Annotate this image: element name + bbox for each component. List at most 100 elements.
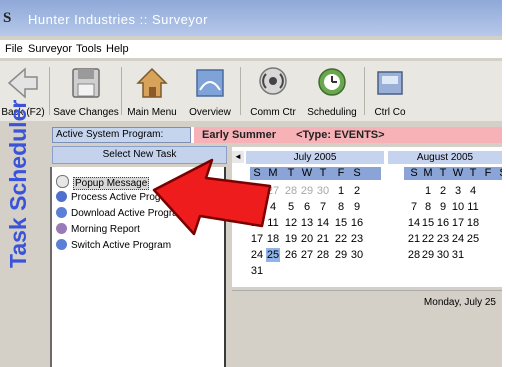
calendar-day[interactable]: 14 [407, 216, 421, 230]
toolbar-separator [240, 67, 241, 115]
calendar-day[interactable]: 29 [300, 184, 314, 198]
weekday-label: S [410, 167, 418, 179]
active-program-value: Early Summer <Type: EVENTS> [194, 127, 502, 143]
calendar-day[interactable]: 27 [300, 248, 314, 262]
weekday-label: S [253, 167, 261, 179]
menu-tools[interactable]: Tools [76, 43, 102, 55]
task-item-popup-message[interactable]: Popup Message [56, 175, 150, 190]
calendar-day[interactable]: 1 [334, 184, 348, 198]
select-task-header: Select New Task [52, 146, 227, 164]
menu-help[interactable]: Help [106, 43, 129, 55]
task-item-switch-active-program[interactable]: Switch Active Program [56, 239, 171, 253]
calendar-day[interactable]: 12 [284, 216, 298, 230]
calendar-day[interactable]: 19 [284, 232, 298, 246]
ctrl-co-button[interactable]: Ctrl Co [366, 63, 414, 119]
calendar-day[interactable]: 25 [466, 232, 480, 246]
house-icon [136, 67, 168, 98]
calendar-day[interactable]: 11 [266, 216, 280, 230]
calendar-day[interactable]: 26 [250, 184, 264, 198]
task-item-process-active-program[interactable]: Process Active Program [56, 191, 178, 205]
save-changes-label: Save Changes [53, 107, 119, 118]
calendar-day[interactable]: 23 [436, 232, 450, 246]
task-item-download-active-program[interactable]: Download Active Program [56, 207, 186, 221]
calendar-day[interactable]: 4 [266, 200, 280, 214]
calendar-day[interactable]: 28 [316, 248, 330, 262]
calendar-day[interactable]: 23 [350, 232, 364, 246]
calendar-day[interactable]: 9 [350, 200, 364, 214]
calendar-day[interactable]: 1 [421, 184, 435, 198]
calendar-day[interactable]: 26 [284, 248, 298, 262]
calendar-day[interactable]: 6 [300, 200, 314, 214]
download-icon [56, 207, 67, 218]
toolbar: Back (F2) Save Changes Main Menu Overvie… [0, 61, 502, 121]
weekday-label: F [484, 167, 492, 179]
floppy-disk-icon [72, 68, 100, 98]
calendar-day[interactable]: 16 [436, 216, 450, 230]
calendar-day[interactable]: 7 [407, 200, 421, 214]
calendar-day[interactable]: 14 [316, 216, 330, 230]
calendar-day[interactable]: 28 [407, 248, 421, 262]
menu-surveyor[interactable]: Surveyor [28, 43, 72, 55]
calendar-day[interactable]: 10 [451, 200, 465, 214]
comm-ctr-button[interactable]: Comm Ctr [245, 63, 301, 119]
process-icon [56, 191, 67, 202]
task-scheduler-label: Task Scheduler [5, 99, 31, 268]
calendar-day[interactable]: 30 [350, 248, 364, 262]
calendar-day[interactable]: 18 [466, 216, 480, 230]
menu-file[interactable]: File [5, 43, 23, 55]
calendar-day[interactable]: 11 [466, 200, 480, 214]
calendar-day[interactable]: 15 [421, 216, 435, 230]
calendar-day[interactable]: 15 [334, 216, 348, 230]
overview-button[interactable]: Overview [183, 63, 237, 119]
calendar-day[interactable]: 9 [436, 200, 450, 214]
controller-icon [377, 71, 403, 95]
calendar-day[interactable]: 13 [300, 216, 314, 230]
calendar-day[interactable]: 29 [421, 248, 435, 262]
calendar-day[interactable]: 18 [266, 232, 280, 246]
main-menu-button[interactable]: Main Menu [122, 63, 182, 119]
calendar-day[interactable]: 21 [316, 232, 330, 246]
calendar-day[interactable]: 16 [350, 216, 364, 230]
program-type: <Type: EVENTS> [296, 129, 385, 141]
weekday-label: T [469, 167, 477, 179]
save-changes-button[interactable]: Save Changes [53, 63, 119, 119]
calendar-day[interactable]: 20 [300, 232, 314, 246]
menu-bar: File Surveyor Tools Help [0, 40, 502, 58]
calendar-prev-button[interactable]: ◄ [232, 151, 244, 163]
calendar-day[interactable]: 28 [284, 184, 298, 198]
calendar-day[interactable]: 17 [451, 216, 465, 230]
calendar-day[interactable]: 29 [334, 248, 348, 262]
calendar-day[interactable]: 5 [284, 200, 298, 214]
calendar-day[interactable]: 10 [250, 216, 264, 230]
overview-label: Overview [189, 107, 231, 118]
calendar-day[interactable]: 31 [451, 248, 465, 262]
task-label: Download Active Program [71, 208, 187, 219]
task-item-morning-report[interactable]: Morning Report [56, 223, 140, 237]
calendar-day[interactable]: 8 [421, 200, 435, 214]
calendar-day[interactable]: 25 [266, 248, 280, 262]
main-menu-label: Main Menu [127, 107, 177, 118]
calendar-day[interactable]: 22 [421, 232, 435, 246]
weekday-label: T [319, 167, 327, 179]
app-window: S Hunter Industries :: Surveyor File Sur… [0, 0, 502, 367]
calendar-day[interactable]: 4 [466, 184, 480, 198]
calendar-day[interactable]: 8 [334, 200, 348, 214]
calendar-day[interactable]: 24 [451, 232, 465, 246]
calendar-day[interactable]: 3 [250, 200, 264, 214]
calendar-day[interactable]: 24 [250, 248, 264, 262]
calendar-day[interactable]: 30 [436, 248, 450, 262]
toolbar-separator [364, 67, 365, 115]
calendar-day[interactable]: 27 [266, 184, 280, 198]
calendar-day[interactable]: 22 [334, 232, 348, 246]
calendar-day[interactable]: 30 [316, 184, 330, 198]
scheduling-button[interactable]: Scheduling [302, 63, 362, 119]
calendar-day[interactable]: 3 [451, 184, 465, 198]
calendar-day[interactable]: 7 [316, 200, 330, 214]
program-name: Early Summer [202, 129, 276, 141]
calendar-day[interactable]: 31 [250, 264, 264, 278]
calendar-day[interactable]: 21 [407, 232, 421, 246]
calendar-day[interactable]: 2 [436, 184, 450, 198]
calendar-day[interactable]: 17 [250, 232, 264, 246]
calendar-day[interactable]: 2 [350, 184, 364, 198]
weekday-header-july: SMTWTFS [250, 167, 381, 180]
